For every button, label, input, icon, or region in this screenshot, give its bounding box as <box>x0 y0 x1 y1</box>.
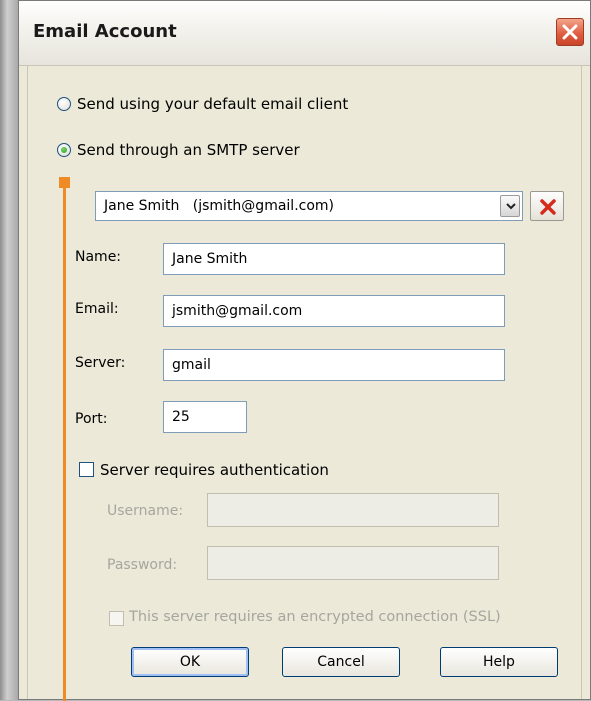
email-label: Email: <box>75 301 119 317</box>
auth-label[interactable]: Server requires authentication <box>100 461 329 479</box>
name-label: Name: <box>75 249 122 265</box>
account-select-dropdown-button[interactable] <box>500 195 520 217</box>
server-field[interactable]: gmail <box>163 349 505 381</box>
help-button[interactable]: Help <box>440 647 558 677</box>
dialog-title: Email Account <box>33 21 177 42</box>
title-bar: Email Account <box>19 1 590 66</box>
ssl-checkbox <box>109 611 124 626</box>
ok-button[interactable]: OK <box>131 647 249 677</box>
annotation-line <box>63 183 66 701</box>
account-select[interactable]: Jane Smith (jsmith@gmail.com) <box>95 191 523 221</box>
email-field[interactable]: jsmith@gmail.com <box>163 295 505 327</box>
background-strip <box>0 0 18 700</box>
close-button[interactable] <box>556 18 584 46</box>
radio-smtp-row[interactable]: Send through an SMTP server <box>57 141 300 159</box>
annotation-marker <box>59 177 70 188</box>
dialog-body <box>27 65 582 699</box>
delete-x-icon <box>540 199 556 215</box>
radio-default-client-label: Send using your default email client <box>77 95 349 113</box>
email-account-dialog: Email Account Send using your default em… <box>18 0 591 701</box>
password-field <box>207 546 499 580</box>
chevron-down-icon <box>506 203 516 210</box>
port-field[interactable]: 25 <box>163 401 247 433</box>
username-field <box>207 493 499 527</box>
radio-default-client-row[interactable]: Send using your default email client <box>57 95 348 113</box>
delete-account-button[interactable] <box>530 191 564 221</box>
close-icon <box>562 24 578 40</box>
port-label: Port: <box>75 411 108 427</box>
ssl-label: This server requires an encrypted connec… <box>129 609 501 625</box>
radio-smtp-label: Send through an SMTP server <box>77 141 300 159</box>
auth-checkbox[interactable] <box>79 462 94 477</box>
account-select-value: Jane Smith (jsmith@gmail.com) <box>104 198 335 214</box>
name-field[interactable]: Jane Smith <box>163 243 505 275</box>
radio-default-client[interactable] <box>57 97 71 111</box>
username-label: Username: <box>107 503 184 519</box>
cancel-button[interactable]: Cancel <box>282 647 400 677</box>
radio-smtp[interactable] <box>57 143 71 157</box>
password-label: Password: <box>107 557 178 573</box>
server-label: Server: <box>75 355 126 371</box>
